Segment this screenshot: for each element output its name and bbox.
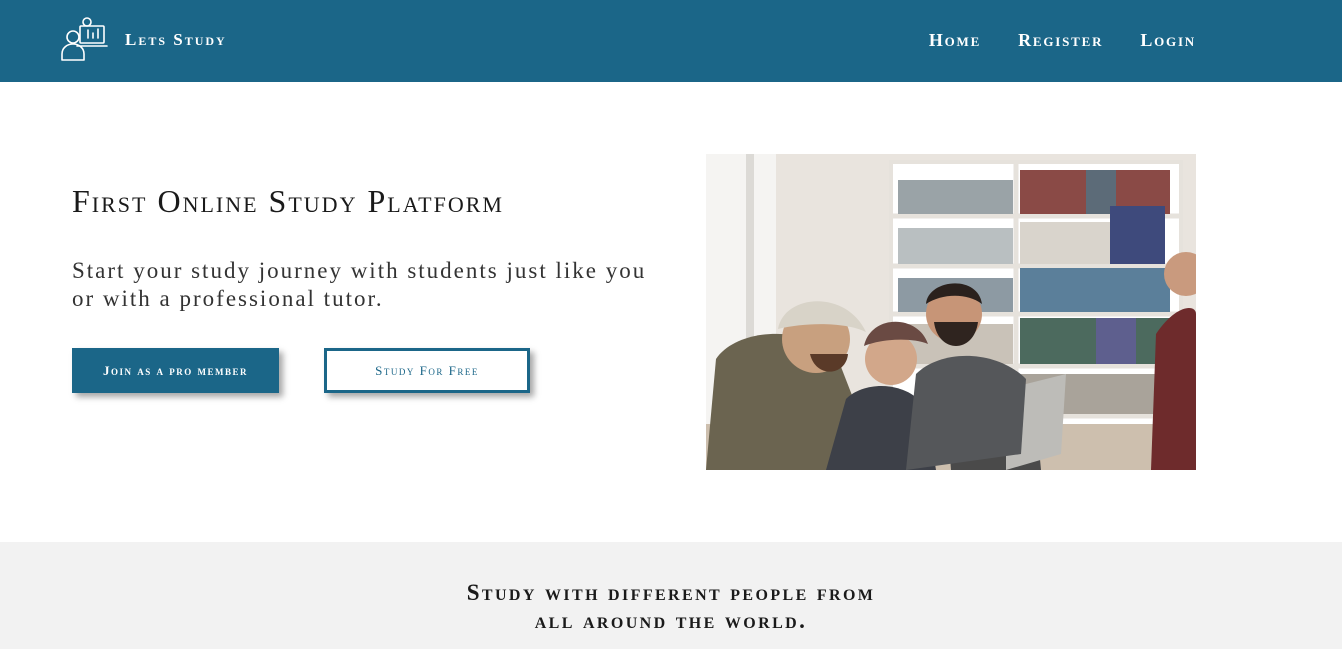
nav-links: Home Register Login — [892, 31, 1196, 49]
hero-image — [706, 154, 1196, 470]
world-heading: Study with different people from all aro… — [0, 579, 1342, 635]
world-heading-line2: all around the world. — [534, 608, 808, 633]
study-free-button[interactable]: Study For Free — [324, 348, 530, 393]
nav-link-login[interactable]: Login — [1140, 31, 1196, 49]
brand[interactable]: Lets Study — [60, 16, 227, 62]
online-tutor-icon — [61, 17, 108, 61]
join-pro-button[interactable]: Join as a pro member — [72, 348, 279, 393]
hero-title: First Online Study Platform — [72, 183, 504, 219]
brand-name: Lets Study — [125, 29, 227, 49]
world-heading-line1: Study with different people from — [466, 580, 876, 605]
nav-link-register[interactable]: Register — [1018, 31, 1103, 49]
hero-subtitle: Start your study journey with students j… — [72, 258, 647, 311]
world-section: Study with different people from all aro… — [0, 542, 1342, 649]
nav-link-home[interactable]: Home — [929, 31, 981, 49]
navbar: Lets Study Home Register Login — [0, 0, 1342, 82]
